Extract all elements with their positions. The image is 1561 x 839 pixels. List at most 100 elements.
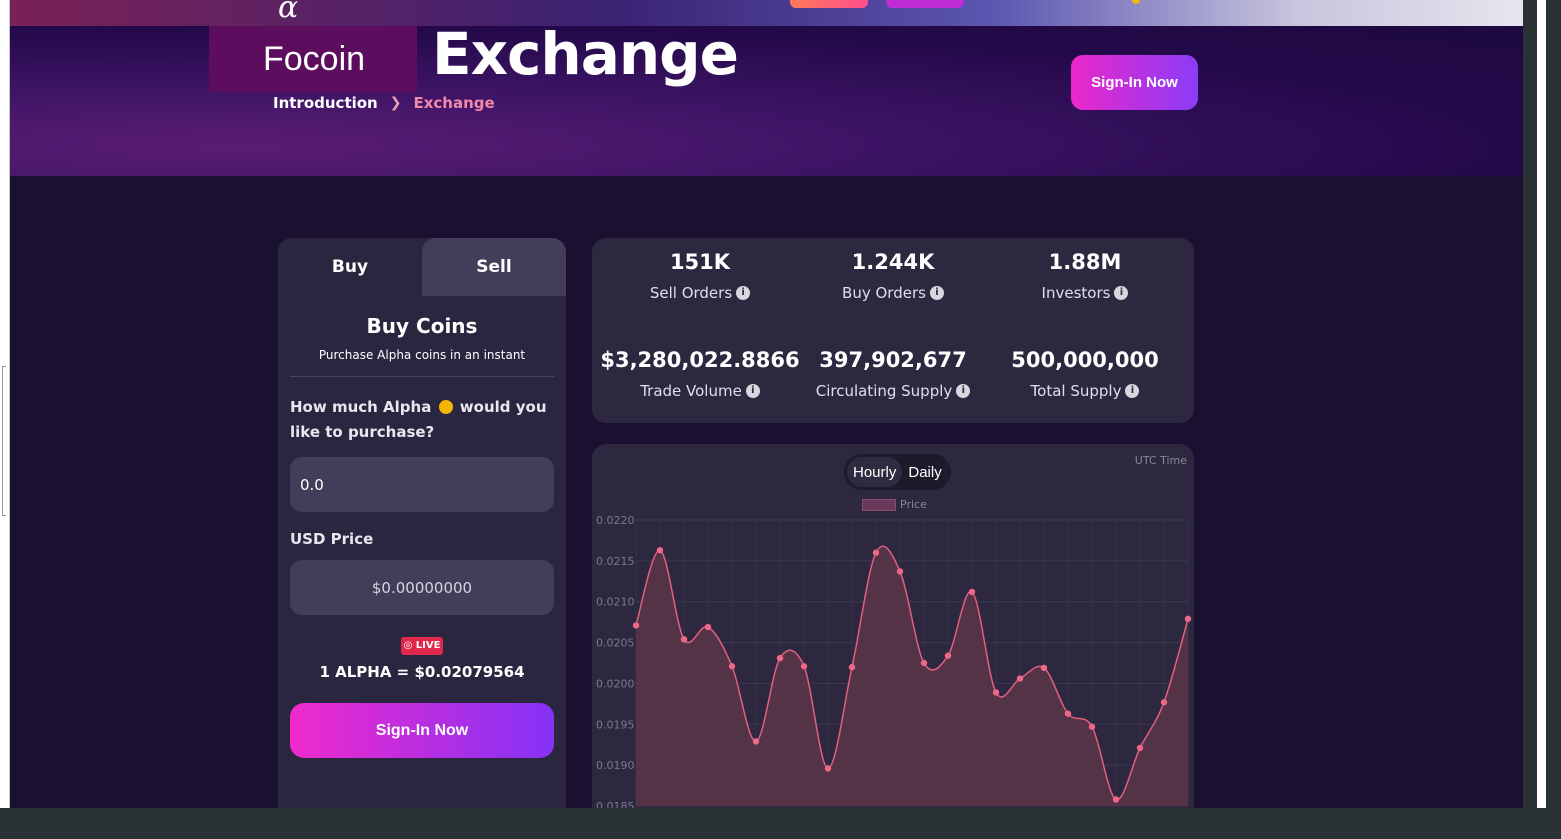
price-point: [1136, 744, 1144, 752]
stat-label-row: Circulating Supply i: [793, 382, 993, 400]
info-icon[interactable]: i: [745, 384, 760, 398]
price-point: [1016, 675, 1024, 682]
stat-label-row: Buy Orders i: [793, 284, 993, 302]
stat-trade-volume: $3,280,022.8866 Trade Volume i: [600, 348, 800, 400]
tab-buy[interactable]: Buy: [278, 238, 422, 296]
stat-label: Sell Orders: [649, 284, 733, 302]
price-point: [1112, 796, 1120, 803]
stat-value: 500,000,000: [1011, 348, 1159, 372]
nav-button-fragment[interactable]: [790, 0, 868, 8]
stat-label: Circulating Supply: [815, 382, 953, 400]
price-point: [800, 663, 808, 670]
page-title: Exchange: [432, 20, 739, 88]
info-icon[interactable]: i: [956, 384, 971, 398]
price-point: [944, 652, 952, 659]
stat-label-row: Sell Orders i: [600, 284, 800, 302]
info-icon[interactable]: i: [929, 286, 944, 300]
divider: [290, 376, 554, 377]
stat-buy-orders: 1.244K Buy Orders i: [793, 250, 993, 302]
trade-heading: Buy Coins: [366, 314, 478, 338]
chevron-right-icon: ❯: [389, 95, 402, 111]
legend-swatch: [862, 498, 896, 511]
stat-label: Buy Orders: [842, 284, 926, 302]
stat-value: 1.244K: [851, 250, 935, 274]
usd-price-label: USD Price: [290, 530, 374, 548]
site-logo-icon[interactable]: α: [278, 0, 298, 25]
brand-badge: Focoin: [209, 26, 417, 92]
info-icon[interactable]: i: [1125, 384, 1140, 398]
y-tick-label: 0.0210: [596, 596, 635, 609]
price-area-fill: [636, 546, 1188, 806]
price-point: [680, 636, 688, 643]
price-point: [848, 663, 856, 671]
amount-input[interactable]: 0.0: [290, 457, 554, 512]
price-point: [968, 588, 976, 596]
range-toggle: Hourly Daily: [844, 454, 951, 490]
price-point: [920, 659, 928, 667]
info-icon[interactable]: i: [1114, 286, 1129, 300]
trade-tabs: Buy Sell: [278, 238, 566, 296]
hero-banner: Focoin Exchange Introduction ❯ Exchange …: [10, 20, 1523, 176]
stat-label: Total Supply: [1030, 382, 1122, 400]
price-point: [1160, 699, 1168, 706]
y-tick-label: 0.0205: [596, 637, 635, 650]
y-tick-label: 0.0220: [596, 514, 635, 527]
breadcrumb-current: Exchange: [413, 94, 495, 112]
price-point: [1088, 723, 1096, 730]
stat-circulating-supply: 397,902,677 Circulating Supply i: [793, 348, 993, 400]
usd-price-field: $0.00000000: [290, 560, 554, 615]
info-icon[interactable]: i: [736, 286, 751, 300]
price-point: [632, 622, 640, 629]
trade-card: Buy Sell Buy Coins Purchase Alpha coins …: [278, 238, 566, 808]
price-point: [728, 663, 736, 670]
stat-sell-orders: 151K Sell Orders i: [600, 250, 800, 302]
price-point: [896, 568, 904, 575]
price-point: [752, 738, 760, 745]
price-point: [824, 765, 832, 772]
nav-button-fragment-2[interactable]: [886, 0, 964, 8]
edge-marker: [2, 366, 6, 516]
price-point: [1184, 615, 1192, 623]
amount-input-value: 0.0: [300, 475, 324, 494]
stat-total-supply: 500,000,000 Total Supply i: [985, 348, 1185, 400]
top-navbar-strip: α: [10, 0, 1523, 26]
question-text-1: How much Alpha: [290, 398, 432, 416]
utc-time-label: UTC Time: [1134, 454, 1187, 467]
price-point: [776, 654, 784, 662]
tab-sell[interactable]: Sell: [422, 238, 566, 296]
y-tick-label: 0.0215: [596, 555, 635, 568]
breadcrumb: Introduction ❯ Exchange: [273, 94, 495, 112]
stat-value: 151K: [669, 250, 731, 274]
usd-price-value: $0.00000000: [371, 578, 473, 597]
stat-label: Trade Volume: [640, 382, 742, 400]
breadcrumb-home-link[interactable]: Introduction: [273, 94, 378, 112]
price-point: [872, 549, 880, 556]
trade-signin-button[interactable]: Sign-In Now: [290, 703, 554, 758]
stat-label-row: Total Supply i: [985, 382, 1185, 400]
trade-subheading: Purchase Alpha coins in an instant: [318, 348, 526, 362]
stats-card: 151K Sell Orders i 1.244K Buy Orders i 1.8…: [592, 238, 1194, 423]
stat-value: 397,902,677: [819, 348, 967, 372]
coin-icon-fragment: [1132, 0, 1140, 4]
price-point: [1064, 710, 1072, 717]
price-point: [1040, 664, 1048, 672]
y-tick-label: 0.0190: [596, 759, 635, 772]
brand-name: Focoin: [263, 40, 366, 78]
bottom-bar: [0, 808, 1561, 839]
exchange-rate: 1 ALPHA = $0.02079564: [319, 663, 525, 681]
stat-investors: 1.88M Investors i: [985, 250, 1185, 302]
y-tick-label: 0.0200: [596, 677, 635, 690]
price-point: [992, 689, 1000, 696]
stat-label-row: Investors i: [985, 284, 1185, 302]
stat-value: 1.88M: [1048, 250, 1122, 274]
legend-label: Price: [900, 498, 927, 511]
toggle-daily[interactable]: Daily: [902, 457, 947, 487]
hero-signin-button[interactable]: Sign-In Now: [1071, 55, 1198, 110]
price-point: [656, 547, 664, 554]
stat-label: Investors: [1041, 284, 1111, 302]
alpha-coin-icon: [438, 400, 453, 414]
left-window-edge: [0, 0, 10, 839]
scrollbar[interactable]: [1537, 0, 1546, 808]
chart-legend[interactable]: Price: [862, 498, 927, 511]
toggle-hourly[interactable]: Hourly: [847, 457, 903, 487]
